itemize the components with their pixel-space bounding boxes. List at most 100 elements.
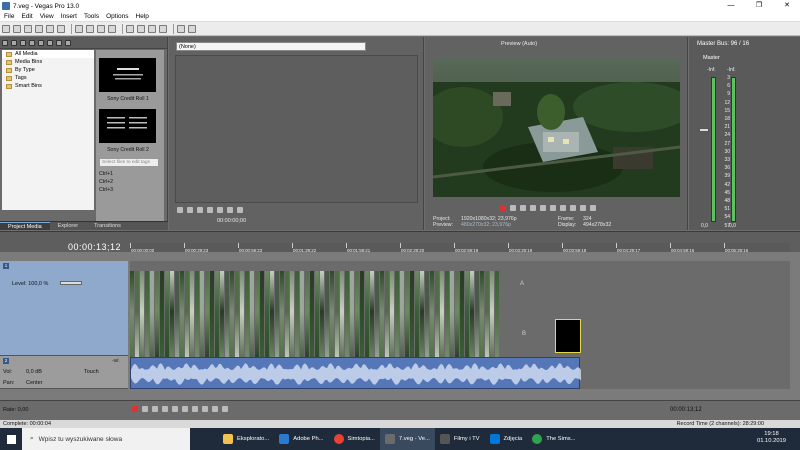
video-clip-event[interactable] <box>135 271 140 361</box>
master-fader[interactable] <box>699 128 709 132</box>
go-to-start-icon[interactable] <box>560 205 566 211</box>
video-clip-event[interactable] <box>465 271 470 361</box>
video-clip-event[interactable] <box>190 271 195 361</box>
video-clip-event[interactable] <box>470 271 475 361</box>
menu-edit[interactable]: Edit <box>21 13 32 20</box>
tags-input[interactable]: Select files to edit tags <box>99 158 159 167</box>
tab-project-media[interactable]: Project Media <box>0 222 50 230</box>
video-track-header[interactable]: 1 Level: 100,0 % <box>0 261 128 356</box>
video-clip-event[interactable] <box>130 271 135 361</box>
taskbar-explorer[interactable]: Eksplorato... <box>218 428 274 450</box>
media-properties-icon[interactable] <box>47 39 53 46</box>
close-button[interactable]: ✕ <box>774 0 800 12</box>
video-clip-event[interactable] <box>245 271 250 361</box>
taskbar-photos[interactable]: Zdjęcia <box>485 428 528 450</box>
video-clip-event[interactable] <box>410 271 415 361</box>
start-button[interactable] <box>0 428 22 450</box>
play-icon[interactable] <box>162 406 168 412</box>
tab-explorer[interactable]: Explorer <box>50 222 86 230</box>
paste-icon[interactable] <box>97 24 105 33</box>
video-clip-event[interactable] <box>160 271 165 361</box>
video-clip-event[interactable] <box>355 271 360 361</box>
play-from-start-icon[interactable] <box>197 207 203 213</box>
taskbar-search[interactable]: ⌕ Wpisz tu wyszukiwane słowa <box>22 428 190 450</box>
video-clip-event[interactable] <box>225 271 230 361</box>
play-from-start-icon[interactable] <box>520 205 526 211</box>
video-clip-event[interactable] <box>485 271 490 361</box>
video-clip-event[interactable] <box>300 271 305 361</box>
video-clip-event[interactable] <box>200 271 205 361</box>
go-to-end-icon[interactable] <box>570 205 576 211</box>
video-clip-event[interactable] <box>405 271 410 361</box>
taskbar-sims[interactable]: The Sims... <box>527 428 580 450</box>
tree-item-media-bins[interactable]: Media Bins <box>2 58 94 66</box>
video-clip-event[interactable] <box>450 271 455 361</box>
play-icon[interactable] <box>530 205 536 211</box>
video-clip-event[interactable] <box>310 271 315 361</box>
video-clip-event[interactable] <box>460 271 465 361</box>
preview-quality-select[interactable]: Preview (Auto) <box>501 41 537 47</box>
media-thumbnail-credit-roll-2[interactable] <box>99 109 156 143</box>
video-clip-event[interactable] <box>455 271 460 361</box>
remove-unused-icon[interactable] <box>29 39 35 46</box>
video-clip-event[interactable] <box>240 271 245 361</box>
undo-icon[interactable] <box>126 24 134 33</box>
video-clip-event[interactable] <box>140 271 145 361</box>
video-clip-event[interactable] <box>290 271 295 361</box>
video-clip-event[interactable] <box>475 271 480 361</box>
video-clip-event[interactable] <box>170 271 175 361</box>
video-clip-event[interactable] <box>205 271 210 361</box>
video-clip-event[interactable] <box>390 271 395 361</box>
video-clip-event[interactable] <box>145 271 150 361</box>
video-level-slider[interactable] <box>60 281 82 285</box>
tree-item-smart-bins[interactable]: Smart Bins <box>2 82 94 90</box>
video-clip-event[interactable] <box>270 271 275 361</box>
pause-icon[interactable] <box>540 205 546 211</box>
trimmer-media-select[interactable]: (None) <box>176 42 366 51</box>
video-clip-event[interactable] <box>385 271 390 361</box>
video-clip-event[interactable] <box>315 271 320 361</box>
video-clip-event[interactable] <box>210 271 215 361</box>
video-clip-event[interactable] <box>155 271 160 361</box>
video-clip-event[interactable] <box>305 271 310 361</box>
taskbar-photoshop[interactable]: Adobe Ph... <box>274 428 328 450</box>
record-icon[interactable] <box>132 406 138 412</box>
play-icon[interactable] <box>187 207 193 213</box>
next-frame-icon[interactable] <box>222 406 228 412</box>
video-clip-event[interactable] <box>165 271 170 361</box>
taskbar-movies-tv[interactable]: Filmy i TV <box>435 428 485 450</box>
loop-icon[interactable] <box>177 207 183 213</box>
video-clip-event[interactable] <box>415 271 420 361</box>
video-clip-event[interactable] <box>150 271 155 361</box>
delete-icon[interactable] <box>108 24 116 33</box>
video-clip-event[interactable] <box>445 271 450 361</box>
taskbar-vegas[interactable]: 7.veg - Ve... <box>379 428 435 450</box>
taskbar-clock[interactable]: 19:18 01.10.2019 <box>757 431 786 445</box>
snapping-icon[interactable] <box>177 24 185 33</box>
video-clip-event[interactable] <box>185 271 190 361</box>
tree-item-by-type[interactable]: By Type <box>2 66 94 74</box>
video-clip-event[interactable] <box>425 271 430 361</box>
video-clip-event[interactable] <box>275 271 280 361</box>
menu-file[interactable]: File <box>4 13 14 20</box>
tree-item-tags[interactable]: Tags <box>2 74 94 82</box>
prev-frame-icon[interactable] <box>580 205 586 211</box>
capture-video-icon[interactable] <box>11 39 17 46</box>
video-clip-event[interactable] <box>345 271 350 361</box>
video-clip-event[interactable] <box>430 271 435 361</box>
video-clip-event[interactable] <box>350 271 355 361</box>
video-clip-event[interactable] <box>320 271 325 361</box>
tree-item-all-media[interactable]: All Media <box>2 50 94 58</box>
automation-mode[interactable]: Touch <box>84 369 99 375</box>
stop-icon[interactable] <box>550 205 556 211</box>
video-clip-event[interactable] <box>230 271 235 361</box>
video-clip-event[interactable] <box>480 271 485 361</box>
taskbar-chrome[interactable]: Simtopia... <box>329 428 380 450</box>
copy-icon[interactable] <box>86 24 94 33</box>
video-clip-event[interactable] <box>335 271 340 361</box>
video-clip-event[interactable] <box>250 271 255 361</box>
prev-frame-icon[interactable] <box>227 207 233 213</box>
video-clip-event[interactable] <box>420 271 425 361</box>
video-clip-event[interactable] <box>220 271 225 361</box>
import-media-icon[interactable] <box>2 39 8 46</box>
